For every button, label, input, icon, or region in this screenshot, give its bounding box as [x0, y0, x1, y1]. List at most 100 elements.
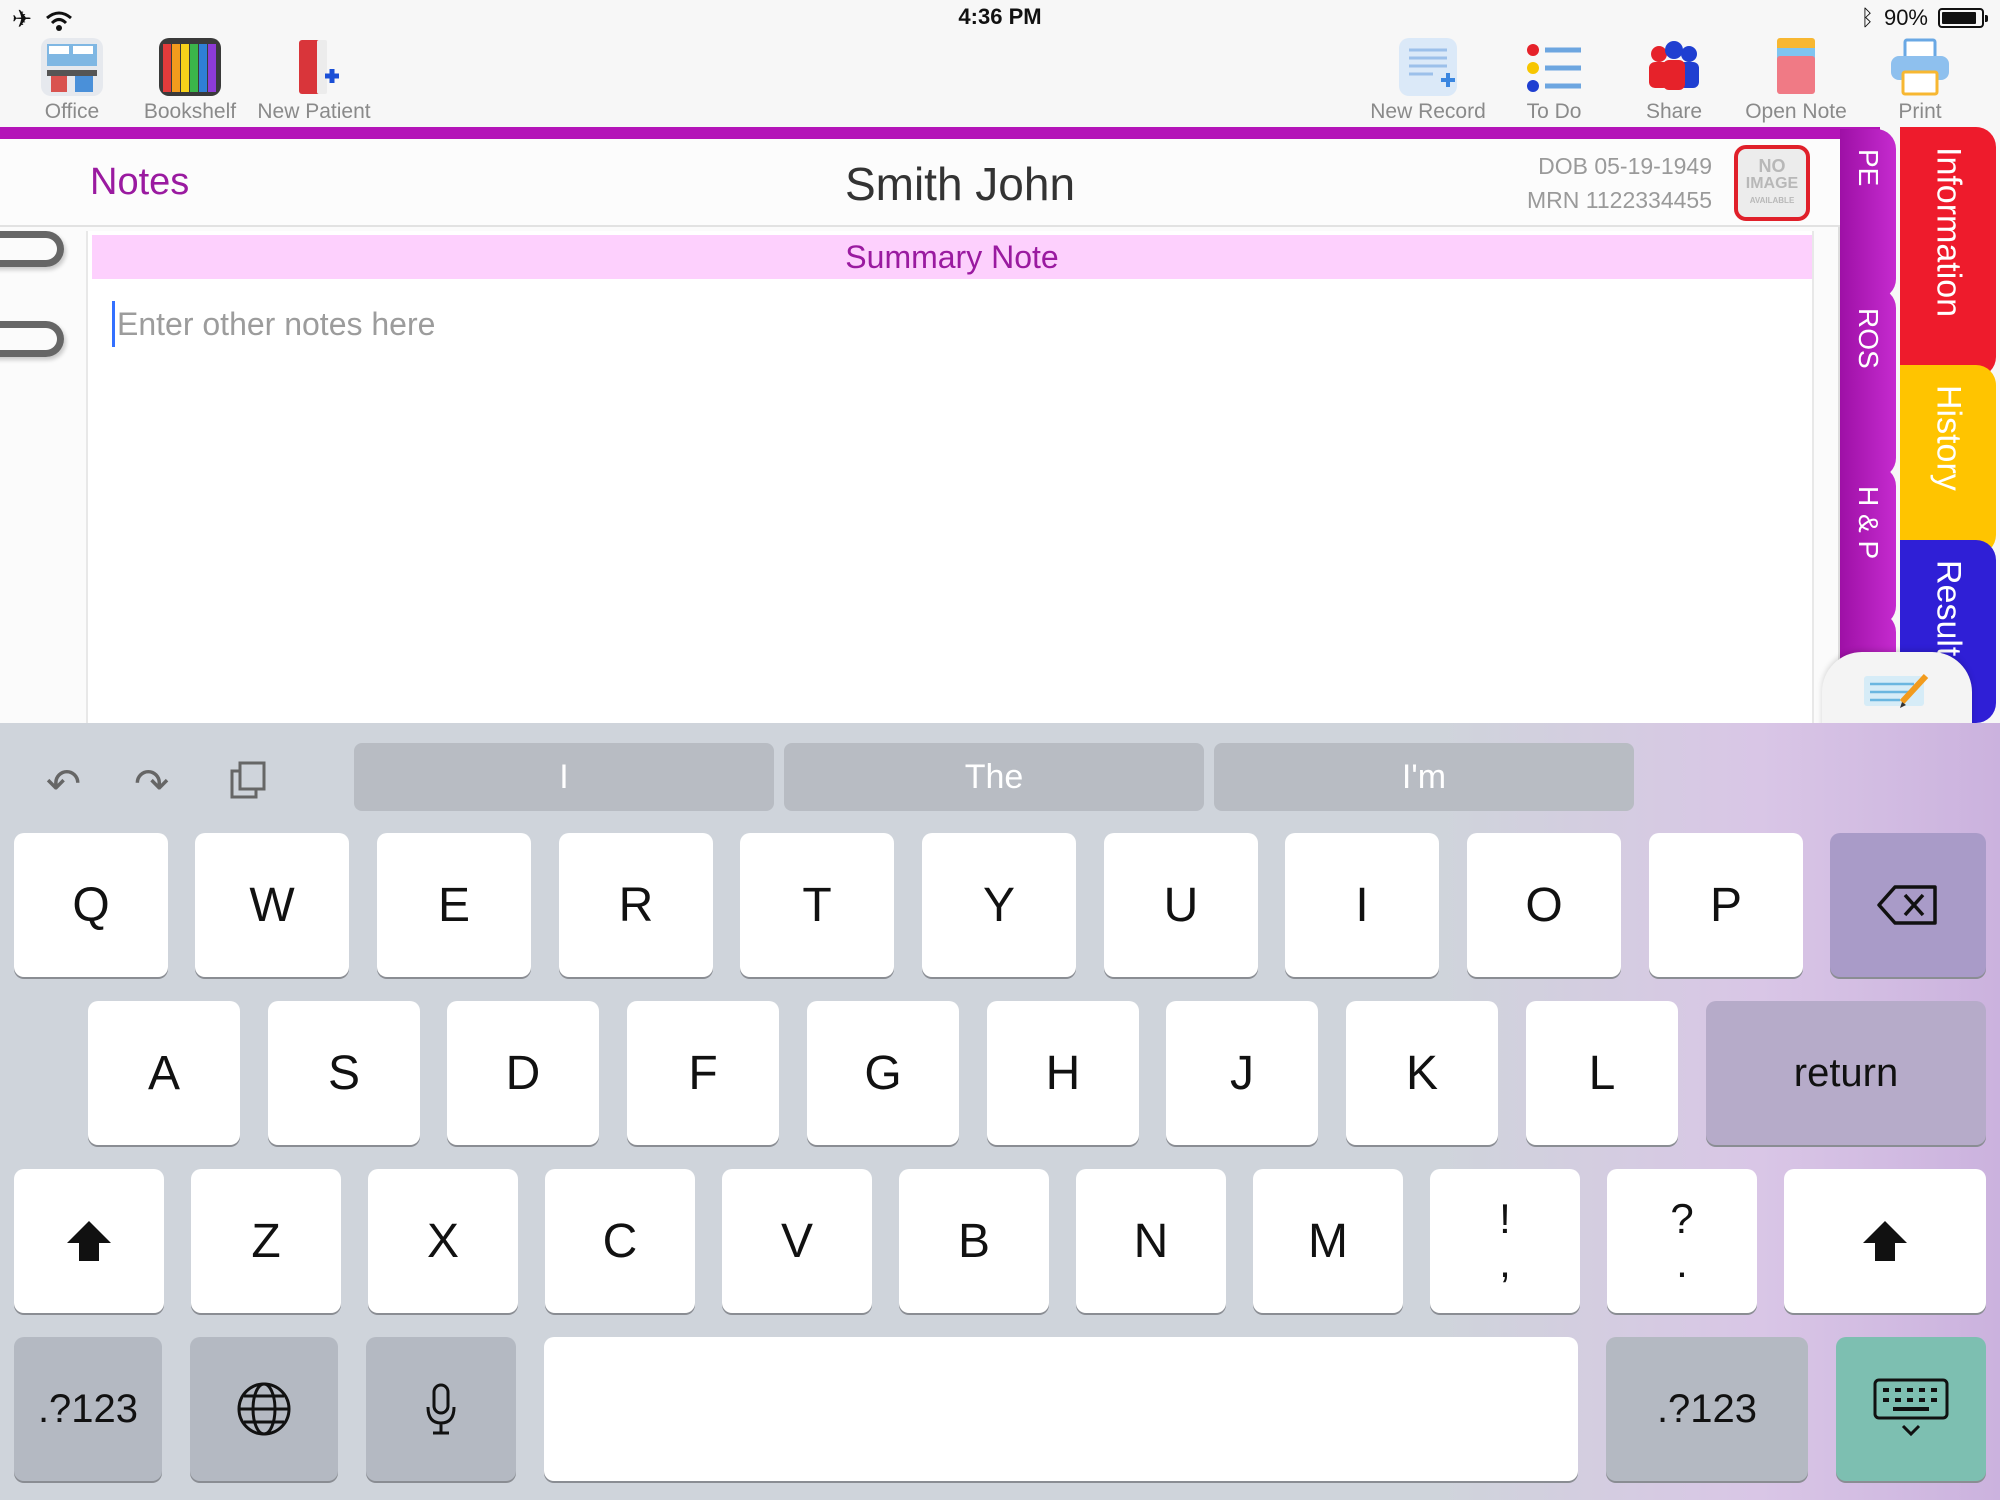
key-z[interactable]: Z	[191, 1169, 341, 1313]
key-n[interactable]: N	[1076, 1169, 1226, 1313]
globe-key[interactable]	[190, 1337, 338, 1481]
key-question-label: ?	[1670, 1195, 1694, 1242]
key-comma-label: ,	[1499, 1239, 1511, 1286]
microphone-icon	[426, 1383, 456, 1435]
new-patient-button[interactable]: New Patient	[254, 36, 374, 124]
tab-h-and-p[interactable]: H & P	[1840, 466, 1896, 626]
key-m[interactable]: M	[1253, 1169, 1403, 1313]
shift-left-key[interactable]	[14, 1169, 164, 1313]
redo-icon[interactable]: ↷	[134, 759, 169, 808]
key-q[interactable]: Q	[14, 833, 168, 977]
print-icon	[1887, 36, 1953, 98]
open-note-button[interactable]: Open Note	[1736, 36, 1856, 124]
key-f[interactable]: F	[627, 1001, 779, 1145]
key-c[interactable]: C	[545, 1169, 695, 1313]
toolbar: Office Bookshelf New Patient New Record …	[0, 30, 2000, 126]
photo-placeholder-line2: IMAGE	[1745, 174, 1799, 192]
tab-pe[interactable]: PE	[1840, 129, 1896, 299]
key-s[interactable]: S	[268, 1001, 420, 1145]
key-d[interactable]: D	[447, 1001, 599, 1145]
to-do-icon	[1521, 36, 1587, 98]
tab-history[interactable]: History	[1900, 365, 1996, 555]
shift-icon	[67, 1221, 111, 1261]
key-question-period[interactable]: ? .	[1607, 1169, 1757, 1313]
key-g[interactable]: G	[807, 1001, 959, 1145]
key-r[interactable]: R	[559, 833, 713, 977]
patient-mrn: MRN 1122334455	[1527, 187, 1712, 213]
key-o[interactable]: O	[1467, 833, 1621, 977]
space-key[interactable]	[544, 1337, 1578, 1481]
notes-input[interactable]	[112, 301, 1792, 347]
tab-ros[interactable]: ROS	[1840, 288, 1896, 478]
globe-icon	[237, 1382, 291, 1436]
bookshelf-button[interactable]: Bookshelf	[130, 36, 250, 124]
backspace-key[interactable]	[1830, 833, 1986, 977]
key-x[interactable]: X	[368, 1169, 518, 1313]
undo-icon[interactable]: ↶	[46, 759, 81, 808]
onscreen-keyboard: ↶ ↷ I The I'm Q W E R T Y U I O P A S D …	[0, 723, 2000, 1500]
numbers-left-key[interactable]: .?123	[14, 1337, 162, 1481]
binder-ring	[0, 231, 64, 267]
return-key[interactable]: return	[1706, 1001, 1986, 1145]
tab-history-label: History	[1929, 385, 1968, 491]
key-exclamation-label: !	[1499, 1195, 1511, 1242]
tab-information-label: Information	[1929, 147, 1968, 318]
bluetooth-icon: ᛒ	[1860, 5, 1874, 30]
key-h[interactable]: H	[987, 1001, 1139, 1145]
key-p[interactable]: P	[1649, 833, 1803, 977]
new-patient-label: New Patient	[257, 100, 371, 123]
new-record-button[interactable]: New Record	[1368, 36, 1488, 124]
to-do-button[interactable]: To Do	[1494, 36, 1614, 124]
key-period-label: .	[1676, 1239, 1688, 1286]
print-button[interactable]: Print	[1860, 36, 1980, 124]
paste-icon[interactable]	[228, 759, 268, 811]
key-t[interactable]: T	[740, 833, 894, 977]
key-v[interactable]: V	[722, 1169, 872, 1313]
key-u[interactable]: U	[1104, 833, 1258, 977]
accent-band	[0, 127, 1880, 139]
photo-placeholder-line3: AVAILABLE	[1749, 195, 1795, 205]
notes-back-link[interactable]: Notes	[90, 161, 189, 204]
patient-name: Smith John	[844, 158, 1076, 210]
patient-photo[interactable]: NO IMAGE AVAILABLE	[1734, 145, 1810, 221]
share-button[interactable]: Share	[1614, 36, 1734, 124]
key-y[interactable]: Y	[922, 833, 1076, 977]
office-label: Office	[44, 100, 100, 123]
suggestion-3[interactable]: I'm	[1214, 743, 1634, 811]
key-a[interactable]: A	[88, 1001, 240, 1145]
battery-icon	[1938, 8, 1988, 28]
dismiss-keyboard-key[interactable]	[1836, 1337, 1986, 1481]
key-exclamation-comma[interactable]: ! ,	[1430, 1169, 1580, 1313]
tab-ros-label: ROS	[1853, 308, 1884, 369]
tab-pe-label: PE	[1853, 149, 1884, 187]
share-icon	[1641, 36, 1707, 98]
photo-placeholder-line1: NO	[1758, 155, 1786, 176]
patient-dob: DOB 05-19-1949	[1538, 153, 1712, 179]
new-patient-icon	[281, 36, 347, 98]
key-b[interactable]: B	[899, 1169, 1049, 1313]
dictation-key[interactable]	[366, 1337, 516, 1481]
tab-information[interactable]: Information	[1900, 127, 1996, 377]
suggestion-1[interactable]: I	[354, 743, 774, 811]
new-record-icon	[1395, 36, 1461, 98]
shift-icon	[1863, 1221, 1907, 1261]
key-k[interactable]: K	[1346, 1001, 1498, 1145]
backspace-icon	[1877, 885, 1937, 925]
note-page: Summary Note	[86, 231, 1814, 723]
numbers-right-key[interactable]: .?123	[1606, 1337, 1808, 1481]
notebook: Notes Smith John DOB 05-19-1949 MRN 1122…	[0, 139, 1840, 723]
summary-note-title: Summary Note	[92, 235, 1812, 279]
tab-h-and-p-label: H & P	[1853, 486, 1884, 560]
shift-right-key[interactable]	[1784, 1169, 1986, 1313]
bookshelf-icon	[157, 36, 223, 98]
key-e[interactable]: E	[377, 833, 531, 977]
key-w[interactable]: W	[195, 833, 349, 977]
office-button[interactable]: Office	[12, 36, 132, 124]
open-note-icon	[1763, 36, 1829, 98]
keyboard-dismiss-icon	[1873, 1378, 1949, 1437]
key-l[interactable]: L	[1526, 1001, 1678, 1145]
suggestion-2[interactable]: The	[784, 743, 1204, 811]
key-j[interactable]: J	[1166, 1001, 1318, 1145]
battery-percent: 90%	[1883, 5, 1928, 30]
key-i[interactable]: I	[1285, 833, 1439, 977]
